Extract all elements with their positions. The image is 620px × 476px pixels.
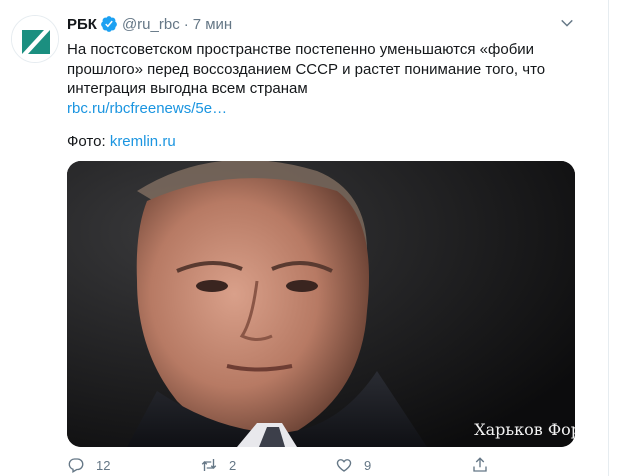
verified-badge-icon [101, 16, 117, 32]
tweet-header: РБК @ru_rbc · 7 мин [67, 14, 232, 34]
avatar[interactable] [11, 15, 59, 63]
share-button[interactable] [471, 456, 489, 474]
photo-watermark: Харьков Фор [474, 420, 575, 439]
rbc-logo-icon [12, 16, 58, 62]
heart-icon [336, 459, 352, 472]
tweet[interactable]: РБК @ru_rbc · 7 мин На постсоветском про… [0, 0, 620, 476]
photo-credit-label: Фото: [67, 133, 106, 150]
chevron-down-icon[interactable] [558, 14, 576, 32]
timestamp[interactable]: 7 мин [193, 16, 233, 33]
article-link[interactable]: rbc.ru/rbcfreenews/5e… [67, 100, 227, 117]
tweet-photo[interactable]: Харьков Фор [67, 161, 575, 447]
retweet-icon [201, 459, 217, 471]
tweet-text: На постсоветском пространстве постепенно… [67, 40, 577, 118]
tweet-actions: 12 2 9 [67, 456, 577, 476]
photo-credit-link[interactable]: kremlin.ru [110, 133, 176, 150]
user-handle[interactable]: @ru_rbc [122, 16, 180, 33]
column-divider [608, 0, 609, 476]
tweet-body: На постсоветском пространстве постепенно… [67, 41, 546, 97]
like-count: 9 [364, 457, 372, 473]
photo-credit: Фото: kremlin.ru [67, 132, 176, 152]
portrait-image [67, 161, 575, 447]
reply-count: 12 [96, 457, 111, 473]
separator-dot: · [183, 15, 189, 33]
retweet-count: 2 [229, 457, 237, 473]
like-button[interactable]: 9 [335, 456, 371, 474]
retweet-button[interactable]: 2 [200, 456, 236, 474]
reply-icon [68, 458, 84, 473]
reply-button[interactable]: 12 [67, 456, 110, 474]
share-icon [473, 457, 487, 472]
display-name[interactable]: РБК [67, 16, 97, 33]
